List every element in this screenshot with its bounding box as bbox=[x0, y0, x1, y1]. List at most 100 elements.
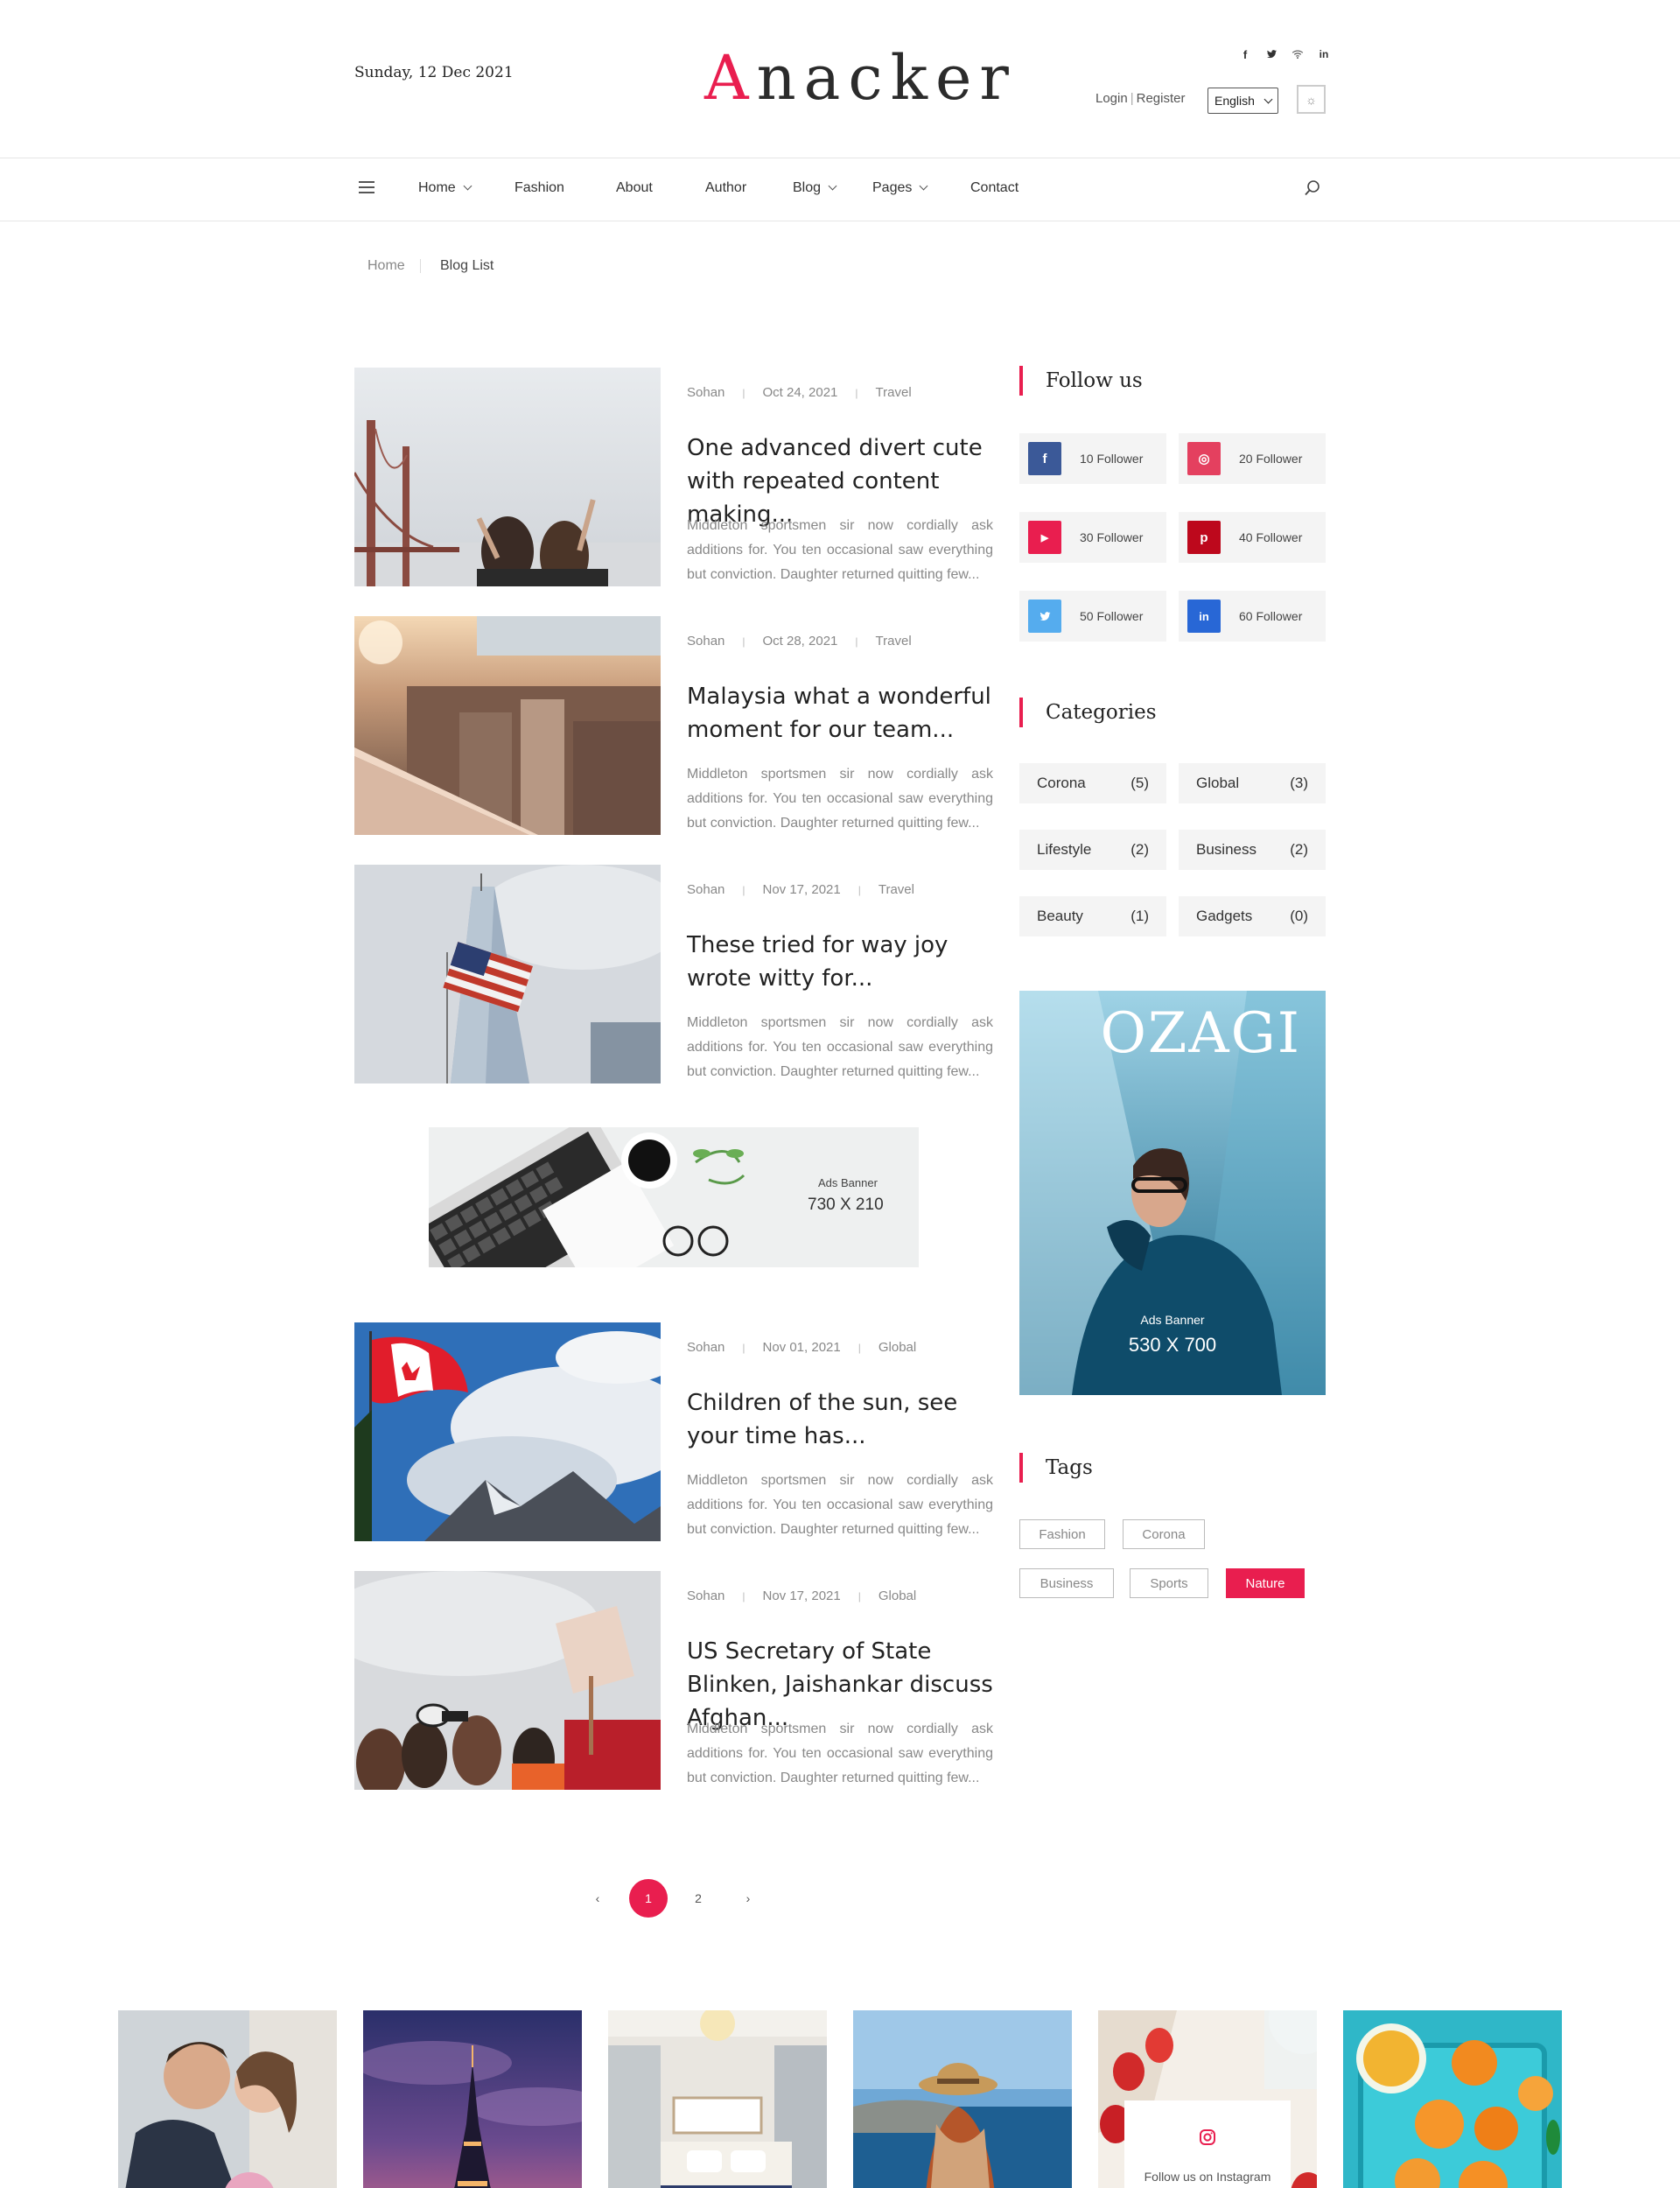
post-image[interactable] bbox=[354, 1571, 661, 1790]
post-meta: Sohan | Oct 28, 2021 | Travel bbox=[687, 634, 912, 649]
nav-contact-label: Contact bbox=[970, 180, 1019, 195]
instagram-photo[interactable]: Follow us on Instagram bbox=[1098, 2010, 1317, 2188]
hamburger-menu-icon[interactable] bbox=[359, 181, 374, 197]
post-category[interactable]: Travel bbox=[876, 634, 912, 649]
instagram-follow-card[interactable]: Follow us on Instagram bbox=[1124, 2100, 1291, 2188]
follow-instagram[interactable]: ◎ 20 Follower bbox=[1179, 433, 1326, 484]
logo-accent-letter: A bbox=[704, 42, 757, 114]
follower-count: 40 Follower bbox=[1239, 530, 1303, 544]
post-excerpt: Middleton sportsmen sir now cordially as… bbox=[687, 1722, 993, 1785]
category-name: Beauty bbox=[1037, 908, 1083, 924]
post-image[interactable] bbox=[354, 865, 661, 1083]
post-title[interactable]: Children of the sun, see your time has..… bbox=[687, 1386, 1002, 1453]
linkedin-icon: in bbox=[1187, 600, 1221, 633]
nav-pages-label: Pages bbox=[872, 180, 913, 195]
auth-links: Login | Register bbox=[1096, 91, 1186, 106]
category-item[interactable]: Gadgets (0) bbox=[1179, 896, 1326, 936]
nav-blog[interactable]: Blog bbox=[793, 180, 837, 196]
chevron-down-icon bbox=[919, 181, 928, 191]
category-item[interactable]: Corona (5) bbox=[1019, 763, 1166, 803]
breadcrumb-home[interactable]: Home bbox=[368, 258, 405, 274]
follow-twitter[interactable]: 50 Follower bbox=[1019, 591, 1166, 642]
instagram-follow-label: Follow us on Instagram bbox=[1144, 2170, 1271, 2184]
pagination-page-1[interactable]: 1 bbox=[629, 1879, 668, 1918]
post-title[interactable]: Malaysia what a wonderful moment for our… bbox=[687, 680, 1002, 747]
follow-pinterest[interactable]: p 40 Follower bbox=[1179, 512, 1326, 563]
post-image[interactable] bbox=[354, 616, 661, 835]
category-count: (5) bbox=[1130, 775, 1149, 791]
follow-linkedin[interactable]: in 60 Follower bbox=[1179, 591, 1326, 642]
tag-corona[interactable]: Corona bbox=[1123, 1519, 1205, 1549]
category-name: Global bbox=[1196, 775, 1240, 791]
header-date: Sunday, 12 Dec 2021 bbox=[354, 64, 514, 81]
nav-pages[interactable]: Pages bbox=[872, 180, 928, 196]
follow-youtube[interactable]: ▶ 30 Follower bbox=[1019, 512, 1166, 563]
pagination-next[interactable]: › bbox=[729, 1879, 767, 1918]
instagram-photo[interactable] bbox=[118, 2010, 337, 2188]
tags-title: Tags bbox=[1019, 1453, 1093, 1483]
post-category[interactable]: Travel bbox=[878, 882, 914, 897]
post-excerpt: Middleton sportsmen sir now cordially as… bbox=[687, 518, 993, 582]
post-category[interactable]: Global bbox=[878, 1340, 916, 1355]
post-author[interactable]: Sohan bbox=[687, 385, 724, 400]
nav-author[interactable]: Author bbox=[705, 180, 746, 196]
nav-about[interactable]: About bbox=[616, 180, 653, 196]
nav-author-label: Author bbox=[705, 180, 747, 195]
nav-contact[interactable]: Contact bbox=[970, 180, 1018, 196]
search-icon[interactable] bbox=[1304, 179, 1321, 197]
category-item[interactable]: Lifestyle (2) bbox=[1019, 830, 1166, 870]
nav-about-label: About bbox=[616, 180, 653, 195]
post-date: Nov 17, 2021 bbox=[762, 882, 841, 897]
register-link[interactable]: Register bbox=[1137, 91, 1186, 106]
category-count: (1) bbox=[1130, 908, 1149, 924]
language-select[interactable]: English bbox=[1208, 88, 1278, 114]
nav-fashion-label: Fashion bbox=[514, 180, 564, 195]
post-category[interactable]: Travel bbox=[876, 385, 912, 400]
tag-sports[interactable]: Sports bbox=[1130, 1568, 1208, 1598]
tag-nature[interactable]: Nature bbox=[1226, 1568, 1305, 1598]
nav-fashion[interactable]: Fashion bbox=[514, 180, 564, 196]
post-author[interactable]: Sohan bbox=[687, 1588, 724, 1603]
category-item[interactable]: Business (2) bbox=[1179, 830, 1326, 870]
breadcrumb-current: Blog List bbox=[440, 258, 494, 273]
nav-home[interactable]: Home bbox=[418, 180, 472, 196]
follow-facebook[interactable]: f 10 Follower bbox=[1019, 433, 1166, 484]
theme-toggle-button[interactable]: ☼ bbox=[1297, 85, 1326, 114]
post-image[interactable] bbox=[354, 368, 661, 586]
category-count: (2) bbox=[1130, 841, 1149, 858]
tag-business[interactable]: Business bbox=[1019, 1568, 1114, 1598]
post-author[interactable]: Sohan bbox=[687, 634, 724, 649]
chevron-down-icon bbox=[828, 181, 837, 191]
post-title[interactable]: These tried for way joy wrote witty for.… bbox=[687, 929, 1002, 995]
pagination-prev[interactable]: ‹ bbox=[578, 1879, 617, 1918]
follower-count: 30 Follower bbox=[1080, 530, 1144, 544]
category-item[interactable]: Global (3) bbox=[1179, 763, 1326, 803]
post-meta: Sohan | Nov 17, 2021 | Global bbox=[687, 1588, 917, 1603]
post-author[interactable]: Sohan bbox=[687, 1340, 724, 1355]
instagram-icon bbox=[1199, 2128, 1216, 2150]
category-item[interactable]: Beauty (1) bbox=[1019, 896, 1166, 936]
sidebar-ad-banner[interactable]: OZAGI Ads Banner 530 X 700 bbox=[1019, 991, 1326, 1395]
instagram-photo[interactable] bbox=[853, 2010, 1072, 2188]
post-category[interactable]: Global bbox=[878, 1588, 916, 1603]
pagination-page-2[interactable]: 2 bbox=[679, 1879, 718, 1918]
site-logo[interactable]: Anacker bbox=[704, 42, 1009, 114]
category-count: (0) bbox=[1290, 908, 1308, 924]
wifi-icon[interactable] bbox=[1291, 47, 1305, 61]
inline-ad-banner[interactable]: Ads Banner 730 X 210 bbox=[429, 1127, 919, 1267]
post-author[interactable]: Sohan bbox=[687, 882, 724, 897]
instagram-photo[interactable] bbox=[608, 2010, 827, 2188]
linkedin-icon[interactable]: in bbox=[1317, 47, 1331, 61]
pinterest-icon: p bbox=[1187, 521, 1221, 554]
instagram-photo[interactable] bbox=[363, 2010, 582, 2188]
ad-brand: OZAGI bbox=[1100, 1001, 1301, 1066]
ad-label: Ads Banner bbox=[818, 1176, 878, 1189]
tag-fashion[interactable]: Fashion bbox=[1019, 1519, 1105, 1549]
login-link[interactable]: Login bbox=[1096, 91, 1128, 106]
instagram-photo[interactable] bbox=[1343, 2010, 1562, 2188]
twitter-icon[interactable] bbox=[1264, 47, 1278, 61]
facebook-icon[interactable]: f bbox=[1238, 47, 1252, 61]
ad-size: 530 X 700 bbox=[1128, 1334, 1217, 1356]
post-image[interactable] bbox=[354, 1322, 661, 1541]
sun-icon: ☼ bbox=[1306, 92, 1317, 107]
